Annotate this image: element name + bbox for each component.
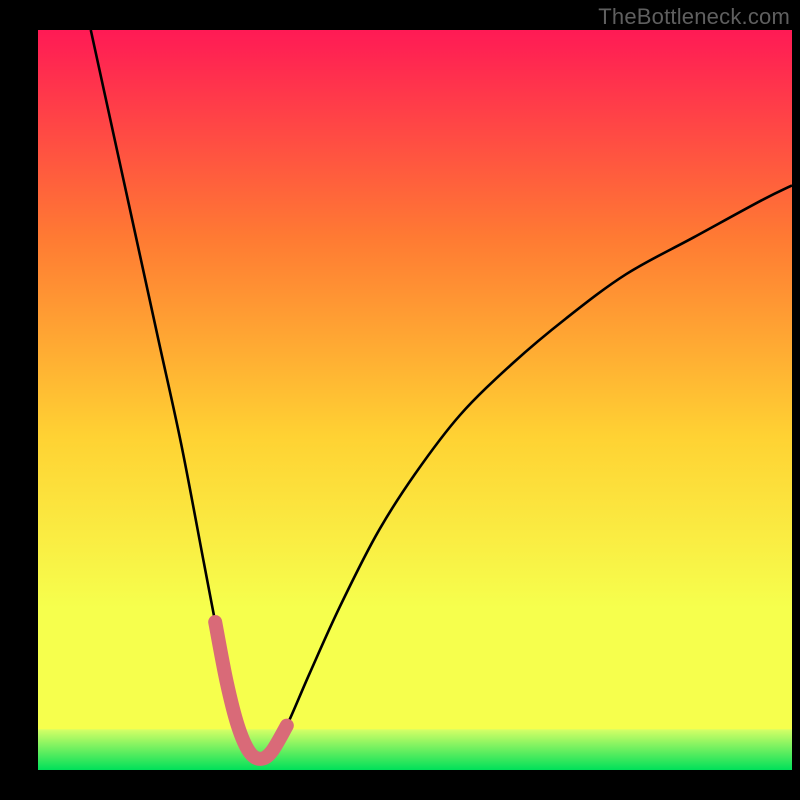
bottleneck-chart bbox=[0, 0, 800, 800]
green-band bbox=[38, 729, 792, 770]
chart-container: TheBottleneck.com bbox=[0, 0, 800, 800]
watermark-text: TheBottleneck.com bbox=[598, 4, 790, 30]
plot-background bbox=[38, 30, 792, 770]
